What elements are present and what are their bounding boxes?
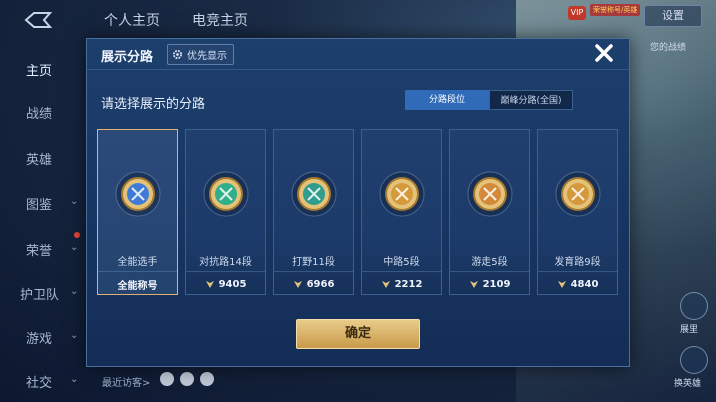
gear-icon bbox=[172, 49, 183, 60]
sidebar-item-games[interactable]: 游戏 bbox=[26, 328, 52, 347]
sidebar-item-heroes[interactable]: 英雄 bbox=[26, 149, 52, 168]
sidebar-item-social[interactable]: 社交 bbox=[26, 372, 52, 391]
lane-card-footer: 2109 bbox=[450, 271, 529, 296]
rank-points-icon bbox=[469, 280, 478, 288]
lane-display-dialog: 展示分路 优先显示 请选择展示的分路 分路段位 巅峰分路(全国) 全能选手全能称… bbox=[86, 38, 630, 367]
lane-card[interactable]: 发育路9段 4840 bbox=[537, 129, 618, 295]
tab-personal-home[interactable]: 个人主页 bbox=[104, 10, 160, 30]
lane-card[interactable]: 打野11段 6966 bbox=[273, 129, 354, 295]
lane-score: 9405 bbox=[218, 278, 247, 290]
rank-points-icon bbox=[381, 280, 390, 288]
chevron-down-icon: ⌄ bbox=[70, 242, 79, 253]
lane-card-label: 打野11段 bbox=[292, 257, 335, 268]
lane-card-label: 中路5段 bbox=[383, 257, 420, 268]
vip-badge: VIP bbox=[568, 6, 586, 20]
sidebar-item-home[interactable]: 主页 bbox=[26, 60, 52, 79]
back-icon[interactable] bbox=[20, 10, 54, 30]
lane-score: 2109 bbox=[482, 278, 511, 290]
rank-points-icon bbox=[557, 280, 566, 288]
tab-esports-home[interactable]: 电竞主页 bbox=[192, 10, 248, 30]
priority-display-label: 优先显示 bbox=[187, 51, 227, 62]
lane-score: 6966 bbox=[306, 278, 335, 290]
sidebar-item-guard[interactable]: 护卫队 bbox=[20, 284, 59, 303]
lane-card[interactable]: 全能选手 全能称号 bbox=[97, 129, 178, 295]
top-notice: 荣誉称号/英雄 bbox=[590, 4, 641, 16]
farm-lane-emblem-icon bbox=[555, 171, 601, 217]
notification-dot bbox=[74, 232, 80, 238]
dialog-title: 展示分路 bbox=[101, 50, 154, 65]
avatar[interactable] bbox=[180, 372, 194, 386]
lane-title: 全能称号 bbox=[117, 280, 158, 292]
roam-emblem-icon bbox=[467, 171, 513, 217]
sidebar-item-honor[interactable]: 荣誉 bbox=[26, 240, 52, 259]
avatar[interactable] bbox=[200, 372, 214, 386]
swap-hero-icon[interactable] bbox=[680, 346, 708, 374]
lane-card[interactable]: 对抗路14段 9405 bbox=[185, 129, 266, 295]
lane-card-footer: 全能称号 bbox=[98, 271, 177, 296]
chevron-down-icon: ⌄ bbox=[70, 286, 79, 297]
showcase-icon[interactable] bbox=[680, 292, 708, 320]
mid-lane-emblem-icon bbox=[379, 171, 425, 217]
dialog-header: 展示分路 优先显示 bbox=[87, 39, 629, 70]
all-round-emblem-icon bbox=[115, 171, 161, 217]
lane-card-footer: 9405 bbox=[186, 271, 265, 296]
lane-card-footer: 4840 bbox=[538, 271, 617, 296]
confirm-button[interactable]: 确定 bbox=[296, 319, 420, 349]
lane-score: 2212 bbox=[394, 278, 423, 290]
lane-score: 4840 bbox=[570, 278, 599, 290]
lane-card-footer: 2212 bbox=[362, 271, 441, 296]
chevron-down-icon: ⌄ bbox=[70, 330, 79, 341]
lane-card[interactable]: 游走5段 2109 bbox=[449, 129, 530, 295]
rank-points-icon bbox=[293, 280, 302, 288]
select-lane-prompt: 请选择展示的分路 bbox=[101, 97, 206, 112]
rank-points-icon bbox=[205, 280, 214, 288]
clash-lane-emblem-icon bbox=[203, 171, 249, 217]
jungle-emblem-icon bbox=[291, 171, 337, 217]
lane-card-label: 全能选手 bbox=[117, 257, 158, 268]
side-note: 您的战绩 bbox=[650, 43, 687, 53]
sidebar-item-codex[interactable]: 图鉴 bbox=[26, 194, 52, 213]
close-icon[interactable] bbox=[590, 39, 618, 67]
chevron-down-icon: ⌄ bbox=[70, 374, 79, 385]
tab-lane-rank[interactable]: 分路段位 bbox=[405, 90, 489, 110]
swap-hero-label: 换英雄 bbox=[674, 379, 702, 389]
lane-card[interactable]: 中路5段 2212 bbox=[361, 129, 442, 295]
tab-peak-lane[interactable]: 巅峰分路(全国) bbox=[489, 90, 573, 110]
settings-button[interactable]: 设置 bbox=[644, 5, 702, 27]
avatar[interactable] bbox=[160, 372, 174, 386]
lane-card-label: 发育路9段 bbox=[554, 257, 601, 268]
lane-card-footer: 6966 bbox=[274, 271, 353, 296]
lane-card-label: 对抗路14段 bbox=[199, 257, 252, 268]
chevron-down-icon: ⌄ bbox=[70, 196, 79, 207]
showcase-label: 展里 bbox=[680, 325, 699, 335]
top-bar: 个人主页 电竞主页 VIP 荣誉称号/英雄 设置 您的战绩 bbox=[0, 0, 716, 53]
priority-display-button[interactable]: 优先显示 bbox=[167, 44, 234, 65]
sidebar-item-record[interactable]: 战绩 bbox=[26, 103, 52, 122]
lane-card-label: 游走5段 bbox=[471, 257, 508, 268]
recent-visitors-link[interactable]: 最近访客> bbox=[102, 374, 150, 389]
